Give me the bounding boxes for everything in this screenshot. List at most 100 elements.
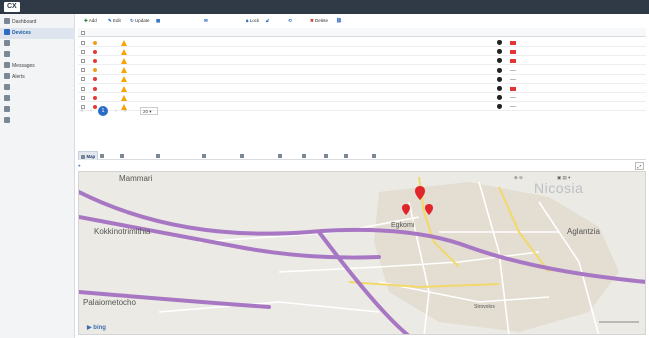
refresh-icon: ↻ (130, 18, 134, 23)
app-icon (4, 95, 10, 101)
sidebar-item-alerts[interactable]: Alerts (0, 72, 75, 83)
warning-icon (121, 39, 127, 46)
row-checkbox[interactable] (81, 58, 85, 63)
table-row[interactable] (78, 93, 646, 103)
pagination: « ‹ 1 › » 20 ▾ (78, 105, 646, 117)
page-size-select[interactable]: 20 ▾ (140, 107, 158, 115)
sidebar-item-8[interactable] (0, 105, 75, 116)
zoom-out-icon[interactable]: ⊖ (519, 175, 523, 180)
tab-8[interactable] (322, 151, 332, 160)
next-page-button[interactable]: › (112, 107, 120, 115)
page-size-value: 20 (143, 109, 149, 114)
toolbar-button-3[interactable]: ▦ (156, 16, 160, 26)
apple-icon (497, 76, 502, 82)
sidebar-item-devices[interactable]: Devices (0, 28, 75, 39)
add-button[interactable]: ✚ Add (84, 16, 97, 26)
table-row[interactable] (78, 38, 646, 47)
status-indicator (93, 95, 97, 100)
call-history-icon (202, 153, 206, 158)
table-row[interactable] (78, 84, 646, 93)
table-header (78, 28, 646, 37)
last-page-button[interactable]: » (121, 107, 129, 115)
unlock-icon: 🔓︎ (266, 18, 269, 23)
message-icon (4, 62, 10, 68)
sidebar-item-label: Devices (12, 30, 31, 36)
delete-icon: ✖ (310, 18, 314, 23)
prev-page-button[interactable]: ‹ (87, 107, 95, 115)
toolbar-button-6[interactable]: 🔓︎ (266, 16, 269, 26)
map-label-egkomi: Egkomi (391, 222, 415, 229)
map-canvas (79, 176, 645, 334)
lock-button[interactable]: 🔒︎ Lock (246, 16, 259, 26)
exchange-icon (344, 153, 348, 158)
link-icon: ⛓︎ (336, 18, 342, 23)
wifi-icon (302, 153, 306, 158)
map-label-nicosia: Nicosia (534, 180, 584, 196)
map-view-controls[interactable]: ▣ ▤ ▾ (557, 175, 570, 181)
tab-7[interactable] (300, 151, 310, 160)
sidebar-item-6[interactable] (0, 83, 75, 94)
tab-2[interactable] (118, 151, 128, 160)
sidebar-item-label: Alerts (12, 74, 25, 80)
toolbar-button-7[interactable]: ⟲ (288, 16, 292, 26)
row-checkbox[interactable] (81, 95, 85, 100)
tab-1[interactable] (98, 151, 108, 160)
update-label: Update (135, 18, 150, 23)
flag-icon (510, 78, 516, 80)
current-page[interactable]: 1 (98, 106, 108, 116)
tab-5[interactable] (238, 151, 248, 160)
edit-button[interactable]: ✎ Edit (108, 16, 121, 26)
sidebar-item-3[interactable] (0, 50, 75, 61)
sidebar-item-messages[interactable]: Messages (0, 61, 75, 72)
pan-icon[interactable]: ⊕ (514, 175, 518, 180)
select-all-checkbox[interactable] (81, 30, 85, 35)
table-row[interactable] (78, 75, 646, 84)
update-button[interactable]: ↻ Update (130, 16, 150, 26)
row-checkbox[interactable] (81, 49, 85, 54)
tab-9[interactable] (342, 151, 352, 160)
first-page-button[interactable]: « (78, 107, 86, 115)
sidebar: Dashboard Devices Messages Alerts (0, 14, 75, 338)
row-checkbox[interactable] (81, 77, 85, 82)
sidebar-item-7[interactable] (0, 94, 75, 105)
map-navigation-control[interactable]: ⊕ ⊖ (514, 175, 523, 181)
device-map[interactable]: Mammari Kokkinotrimithia Palaiometocho E… (78, 171, 646, 335)
toolbar-button-4[interactable]: ✉ (204, 16, 208, 26)
location-history-icon (156, 153, 160, 158)
tab-6[interactable] (276, 151, 286, 160)
map-type-select[interactable]: ▾ (568, 175, 570, 180)
wipe-icon: ⟲ (288, 18, 292, 23)
row-checkbox[interactable] (81, 40, 85, 45)
sidebar-item-2[interactable] (0, 39, 75, 50)
table-row[interactable] (78, 47, 646, 57)
table-row[interactable] (78, 66, 646, 75)
row-checkbox[interactable] (81, 86, 85, 91)
tab-10[interactable] (370, 151, 380, 160)
delete-button[interactable]: ✖ Delete (310, 16, 328, 26)
delete-label: Delete (315, 18, 329, 23)
table-row[interactable] (78, 56, 646, 66)
bing-icon: ▶ (87, 325, 92, 331)
tab-map[interactable]: Map (78, 151, 99, 160)
tab-label: Map (86, 154, 96, 159)
lock-icon: 🔒︎ (246, 18, 249, 23)
map-view-icon[interactable]: ▣ (557, 175, 561, 180)
sidebar-item-dashboard[interactable]: Dashboard (0, 17, 75, 28)
toolbar-button-9[interactable]: ⛓︎ (336, 16, 342, 26)
tab-3[interactable] (154, 151, 164, 160)
gear-icon (4, 84, 10, 90)
status-indicator (93, 49, 97, 54)
flag-icon (510, 86, 516, 91)
device-toolbar: ✚ Add ✎ Edit ↻ Update ▦ ✉ 🔒︎ Lock 🔓︎ ⟲ ✖… (76, 16, 649, 26)
map-label-strovolos: Strovolos (474, 304, 495, 310)
tab-4[interactable] (200, 151, 210, 160)
flag-icon (510, 58, 516, 63)
expand-icon: ⤢ (637, 163, 641, 169)
row-checkbox[interactable] (81, 68, 85, 73)
fullscreen-button[interactable]: ⤢ (634, 161, 644, 170)
sidebar-item-9[interactable] (0, 116, 75, 127)
group-icon: ▦ (156, 18, 161, 23)
map-icon (81, 154, 85, 159)
map-layers-icon[interactable]: ▤ (563, 175, 567, 180)
flag-icon (510, 97, 516, 99)
